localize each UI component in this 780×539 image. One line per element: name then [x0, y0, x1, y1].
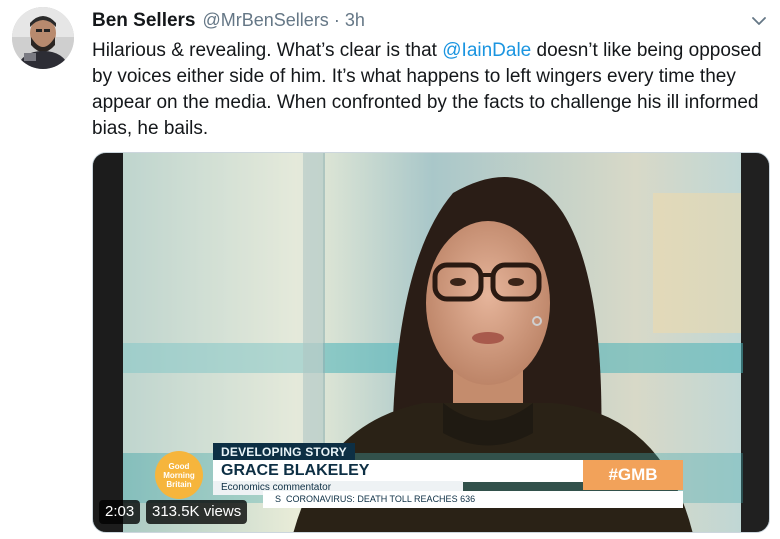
ticker-prefix: S	[275, 494, 282, 504]
logo-text: Morning	[163, 471, 195, 480]
logo-text: Good	[168, 462, 190, 471]
hashtag-gmb: #GMB	[583, 460, 683, 490]
tweet-header: Ben Sellers @MrBenSellers · 3h	[92, 10, 365, 32]
ticker-text: CORONAVIRUS: DEATH TOLL REACHES 636	[286, 494, 476, 504]
chevron-down-icon[interactable]	[748, 10, 770, 32]
view-count-badge: 313.5K views	[146, 500, 248, 524]
video-duration-badge: 2:03	[99, 500, 141, 524]
tweet-text: Hilarious & revealing. What’s clear is t…	[92, 38, 770, 142]
news-ticker: S CORONAVIRUS: DEATH TOLL REACHES 636	[263, 491, 683, 508]
timestamp[interactable]: 3h	[345, 10, 365, 31]
user-handle[interactable]: @MrBenSellers	[203, 10, 329, 31]
logo-text: Britain	[166, 480, 192, 489]
display-name[interactable]: Ben Sellers	[92, 10, 196, 32]
tweet[interactable]: Ben Sellers @MrBenSellers · 3h Hilarious…	[0, 0, 780, 539]
gmb-logo: Good Morning Britain	[155, 451, 203, 499]
video-player[interactable]: Good Morning Britain DEVELOPING STORY GR…	[92, 152, 770, 533]
tweet-text-part: Hilarious & revealing. What’s clear is t…	[92, 40, 443, 61]
avatar[interactable]	[12, 7, 74, 69]
separator-dot: ·	[333, 10, 340, 30]
developing-story-label: DEVELOPING STORY	[213, 443, 355, 461]
mention-link[interactable]: @IainDale	[442, 40, 531, 61]
person-name: GRACE BLAKELEY	[213, 460, 583, 482]
